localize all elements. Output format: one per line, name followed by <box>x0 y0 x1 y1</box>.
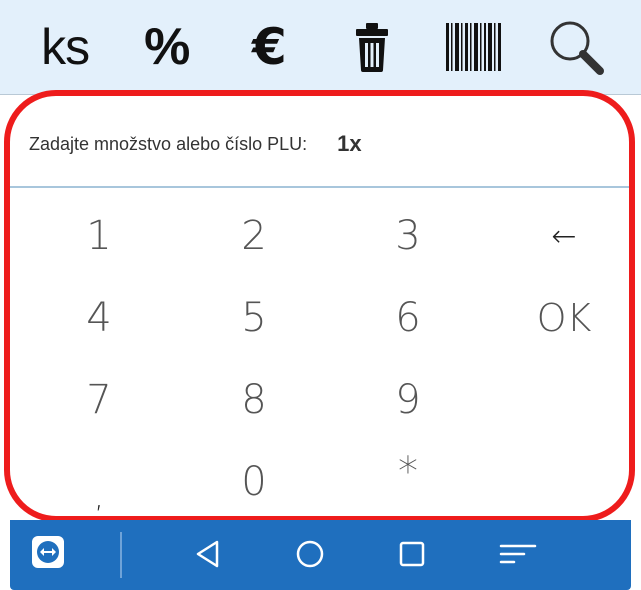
key-4[interactable]: 4 <box>29 278 169 358</box>
percent-button-label: % <box>144 18 191 76</box>
recents-icon <box>399 541 425 567</box>
quantity-prompt: Zadajte množstvo alebo číslo PLU: <box>29 133 308 154</box>
toolbar: ks % € <box>0 0 641 95</box>
ok-key[interactable]: OK <box>494 278 629 358</box>
back-icon <box>196 540 219 568</box>
euro-button[interactable]: € <box>233 11 305 83</box>
barcode-button[interactable] <box>438 11 510 83</box>
delete-button[interactable] <box>336 11 408 83</box>
key-3[interactable]: 3 <box>338 196 478 276</box>
nav-divider <box>120 532 122 578</box>
quantity-input-row[interactable]: Zadajte množstvo alebo číslo PLU: 1x <box>10 96 629 188</box>
key-1[interactable]: 1 <box>29 196 169 276</box>
trash-icon <box>355 23 388 72</box>
multiply-key[interactable]: * <box>338 432 478 512</box>
key-0[interactable]: 0 <box>184 442 324 516</box>
key-2[interactable]: 2 <box>184 196 324 276</box>
navigation-bar <box>10 520 631 590</box>
unit-button-label: ks <box>41 19 90 75</box>
search-button[interactable] <box>540 11 612 83</box>
back-button[interactable] <box>188 534 228 574</box>
keypad-panel: Zadajte množstvo alebo číslo PLU: 1x 1 2… <box>4 90 635 522</box>
key-5[interactable]: 5 <box>184 278 324 358</box>
recents-button[interactable] <box>392 534 432 574</box>
decimal-comma-key[interactable]: , <box>29 448 169 516</box>
teamviewer-button[interactable] <box>32 536 64 568</box>
menu-button[interactable] <box>498 534 538 574</box>
search-icon <box>550 21 604 75</box>
home-button[interactable] <box>290 534 330 574</box>
key-8[interactable]: 8 <box>184 360 324 440</box>
home-icon <box>296 540 324 568</box>
barcode-icon <box>445 23 501 71</box>
quantity-value: 1x <box>337 131 362 156</box>
discount-percent-button[interactable]: % <box>131 11 203 83</box>
key-9[interactable]: 9 <box>338 360 478 440</box>
menu-icon <box>499 544 537 564</box>
teamviewer-icon <box>37 541 59 563</box>
key-7[interactable]: 7 <box>29 360 169 440</box>
key-6[interactable]: 6 <box>338 278 478 358</box>
backspace-key[interactable]: ← <box>494 196 629 276</box>
unit-button[interactable]: ks <box>29 11 101 83</box>
euro-button-label: € <box>251 18 287 76</box>
